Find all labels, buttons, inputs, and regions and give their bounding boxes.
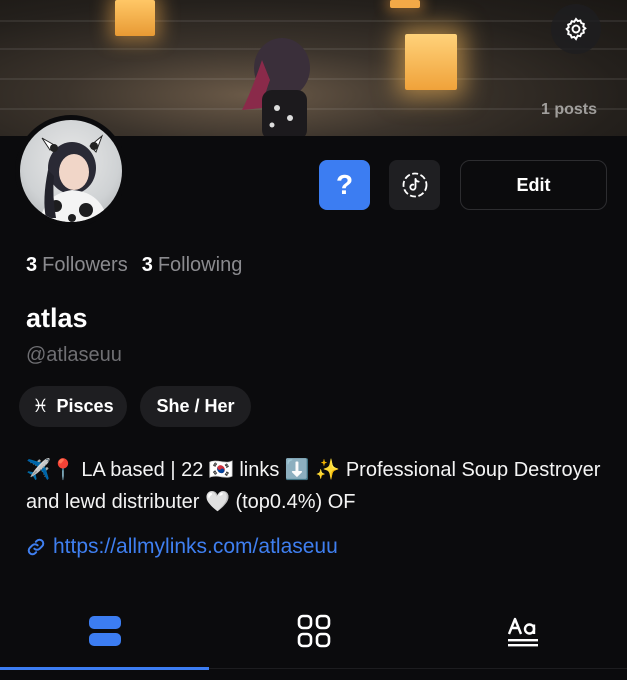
lantern-light xyxy=(390,0,420,8)
pisces-icon: ♓ xyxy=(32,396,49,416)
zodiac-label: Pisces xyxy=(56,396,114,416)
lantern-light xyxy=(405,34,457,90)
bio-text: ✈️📍 LA based | 22 🇰🇷 links ⬇️ ✨ Professi… xyxy=(26,459,601,513)
pronouns-tag[interactable]: She / Her xyxy=(140,386,251,427)
avatar-image xyxy=(40,134,108,222)
text-aa-icon xyxy=(507,617,538,647)
profile-link[interactable]: https://allmylinks.com/atlaseuu xyxy=(26,535,338,559)
question-mark-icon: ? xyxy=(335,169,354,200)
tab-text[interactable] xyxy=(418,596,627,666)
cover-figure xyxy=(242,38,310,136)
follow-stats: 3 Followers 3 Following xyxy=(26,254,242,277)
following-count: 3 xyxy=(141,254,153,276)
followers-stat[interactable]: 3 Followers xyxy=(26,254,128,277)
profile-link-text: https://allmylinks.com/atlaseuu xyxy=(53,535,338,558)
zodiac-tag[interactable]: ♓ Pisces xyxy=(19,386,127,427)
avatar[interactable] xyxy=(20,120,122,222)
following-stat[interactable]: 3 Following xyxy=(142,254,243,277)
cover-photo: 1 posts xyxy=(0,0,627,136)
gear-icon xyxy=(565,17,587,41)
followers-label: Followers xyxy=(42,254,128,276)
tab-grid[interactable] xyxy=(209,596,418,666)
tiktok-icon xyxy=(402,172,427,198)
tiktok-button[interactable] xyxy=(389,160,440,210)
tab-divider xyxy=(209,668,627,669)
posts-count: 1 posts xyxy=(540,101,597,118)
username-handle: @atlaseuu xyxy=(26,344,122,366)
active-tab-indicator xyxy=(0,667,209,670)
grid-icon xyxy=(297,614,330,648)
display-name: atlas xyxy=(26,303,88,333)
tab-feed[interactable] xyxy=(0,596,209,666)
settings-button[interactable] xyxy=(551,4,601,54)
stacked-cards-icon xyxy=(88,616,121,646)
lantern-light xyxy=(115,0,155,36)
link-icon xyxy=(27,538,45,556)
content-tabs xyxy=(0,596,627,680)
pronouns-label: She / Her xyxy=(156,396,235,416)
edit-profile-button[interactable]: Edit xyxy=(460,160,607,210)
following-label: Following xyxy=(157,254,243,276)
question-button[interactable]: ? xyxy=(319,160,370,210)
followers-count: 3 xyxy=(26,254,38,276)
